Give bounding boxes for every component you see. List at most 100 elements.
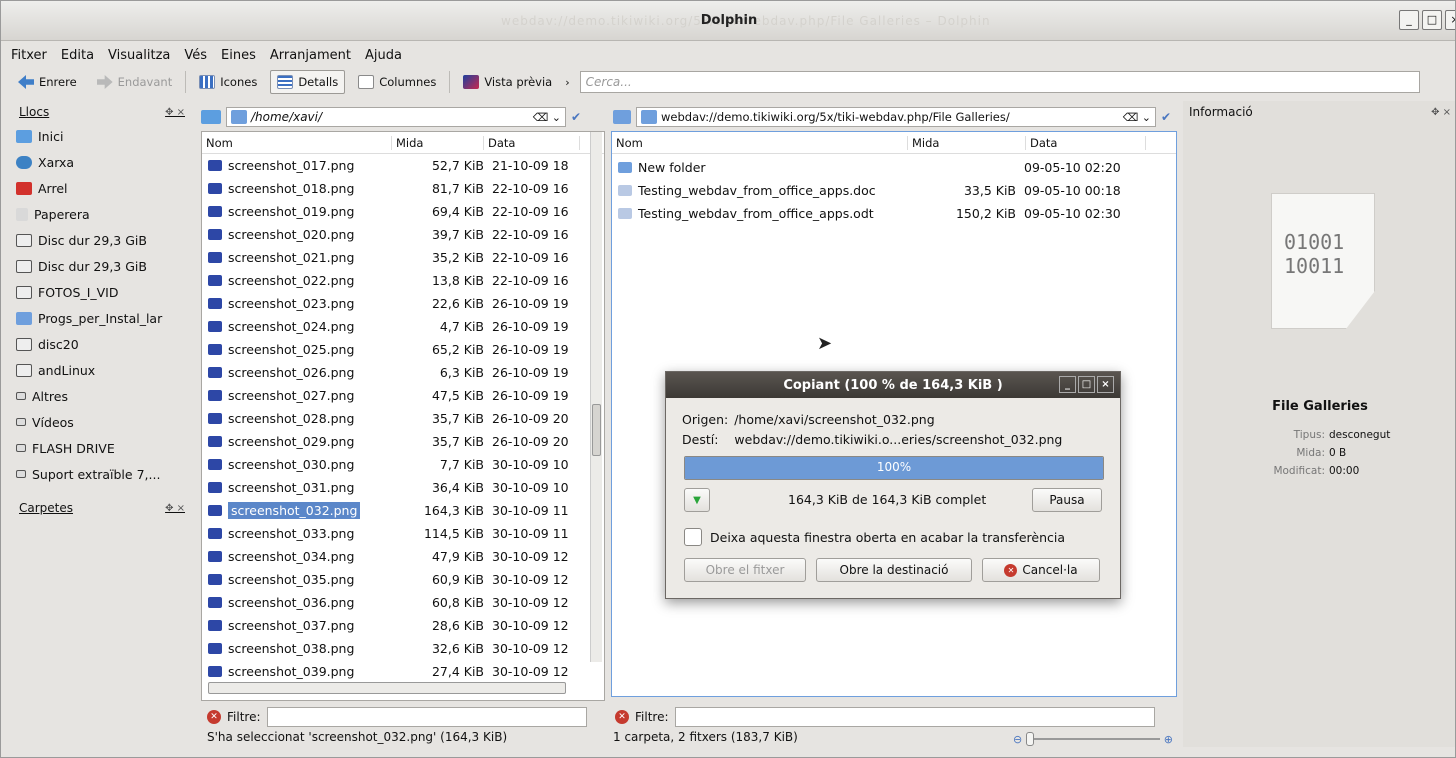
place-arrel[interactable]: Arrel: [13, 175, 191, 201]
close-button[interactable]: ×: [1445, 10, 1455, 30]
table-row[interactable]: New folder 09-05-10 02:20: [612, 156, 1121, 179]
table-row[interactable]: screenshot_019.png 69,4 KiB 22-10-09 16: [202, 200, 569, 223]
minimize-button[interactable]: _: [1399, 10, 1419, 30]
table-row[interactable]: screenshot_017.png 52,7 KiB 21-10-09 18: [202, 154, 569, 177]
left-filter-input[interactable]: [266, 707, 587, 727]
place-progs[interactable]: Progs_per_Instal_lar: [13, 305, 191, 331]
place-disc20[interactable]: disc20: [13, 331, 191, 357]
place-andlinux[interactable]: andLinux: [13, 357, 191, 383]
table-row[interactable]: screenshot_026.png 6,3 KiB 26-10-09 19: [202, 361, 569, 384]
place-xarxa[interactable]: Xarxa: [13, 149, 191, 175]
title-bar[interactable]: webdav://demo.tikiwiki.org/5x/tiki-webda…: [1, 1, 1455, 41]
table-row[interactable]: screenshot_034.png 47,9 KiB 30-10-09 12: [202, 545, 569, 568]
place-disc1[interactable]: Disc dur 29,3 GiB: [13, 227, 191, 253]
vertical-scrollbar[interactable]: [590, 132, 602, 662]
table-row[interactable]: screenshot_022.png 13,8 KiB 22-10-09 16: [202, 269, 569, 292]
right-path-field[interactable]: webdav://demo.tikiwiki.org/5x/tiki-webda…: [636, 107, 1156, 127]
confirm-path-icon[interactable]: ✔: [571, 110, 581, 124]
dialog-close-button[interactable]: ×: [1097, 376, 1114, 393]
view-details-button[interactable]: Detalls: [270, 70, 346, 94]
menu-arranjament[interactable]: Arranjament: [270, 48, 351, 63]
clear-filter-icon[interactable]: ✕: [207, 710, 221, 724]
panel-controls-icon[interactable]: ✥ ×: [165, 503, 185, 514]
zoom-handle[interactable]: [1026, 732, 1035, 746]
maximize-button[interactable]: □: [1422, 10, 1442, 30]
table-row[interactable]: screenshot_030.png 7,7 KiB 30-10-09 10: [202, 453, 569, 476]
table-row[interactable]: screenshot_031.png 36,4 KiB 30-10-09 10: [202, 476, 569, 499]
places-home-icon[interactable]: [201, 110, 221, 124]
menu-visualitza[interactable]: Visualitza: [108, 48, 170, 63]
col-name[interactable]: Nom: [612, 135, 908, 150]
col-size[interactable]: Mida: [392, 135, 484, 150]
open-file-button[interactable]: Obre el fitxer: [684, 558, 806, 582]
menu-ajuda[interactable]: Ajuda: [365, 48, 402, 63]
table-row[interactable]: screenshot_035.png 60,9 KiB 30-10-09 12: [202, 568, 569, 591]
left-path-field[interactable]: /home/xavi/ ⌫ ⌄: [226, 107, 566, 127]
zoom-in-icon[interactable]: ⊕: [1164, 733, 1173, 746]
place-fotos[interactable]: FOTOS_I_VID: [13, 279, 191, 305]
view-icons-button[interactable]: Icones: [192, 70, 264, 94]
table-row[interactable]: screenshot_027.png 47,5 KiB 26-10-09 19: [202, 384, 569, 407]
info-type-label: Tipus:: [1293, 429, 1325, 441]
details-toggle-button[interactable]: ▼: [684, 488, 710, 512]
table-row[interactable]: Testing_webdav_from_office_apps.odt 150,2…: [612, 202, 1121, 225]
cancel-button[interactable]: ✕ Cancel·la: [982, 558, 1100, 582]
table-row[interactable]: screenshot_021.png 35,2 KiB 22-10-09 16: [202, 246, 569, 269]
place-paperera[interactable]: Paperera: [13, 201, 191, 227]
menu-eines[interactable]: Eines: [221, 48, 256, 63]
table-row[interactable]: screenshot_036.png 60,8 KiB 30-10-09 12: [202, 591, 569, 614]
view-columns-button[interactable]: Columnes: [351, 70, 443, 94]
clear-path-icon[interactable]: ⌫ ⌄: [1123, 111, 1151, 124]
clear-filter-icon[interactable]: ✕: [615, 710, 629, 724]
clear-path-icon[interactable]: ⌫ ⌄: [533, 111, 561, 124]
table-row[interactable]: screenshot_023.png 22,6 KiB 26-10-09 19: [202, 292, 569, 315]
open-destination-button[interactable]: Obre la destinació: [816, 558, 972, 582]
table-row[interactable]: screenshot_032.png 164,3 KiB 30-10-09 11: [202, 499, 569, 522]
col-name[interactable]: Nom: [202, 135, 392, 150]
table-row[interactable]: screenshot_025.png 65,2 KiB 26-10-09 19: [202, 338, 569, 361]
search-input[interactable]: Cerca...: [579, 71, 1420, 93]
table-row[interactable]: screenshot_038.png 32,6 KiB 30-10-09 12: [202, 637, 569, 660]
pause-button[interactable]: Pausa: [1032, 488, 1102, 512]
panel-controls-icon[interactable]: ✥ ×: [165, 107, 185, 118]
dialog-maximize-button[interactable]: □: [1078, 376, 1095, 393]
table-row[interactable]: screenshot_020.png 39,7 KiB 22-10-09 16: [202, 223, 569, 246]
col-date[interactable]: Data: [1026, 135, 1146, 150]
zoom-slider[interactable]: ⊖ ⊕: [1013, 731, 1173, 747]
table-row[interactable]: screenshot_018.png 81,7 KiB 22-10-09 16: [202, 177, 569, 200]
keep-open-checkbox[interactable]: [684, 528, 702, 546]
col-date[interactable]: Data: [484, 135, 580, 150]
place-suport[interactable]: Suport extraïble 7,...: [13, 461, 191, 487]
menu-ves[interactable]: Vés: [184, 48, 207, 63]
place-inici[interactable]: Inici: [13, 123, 191, 149]
place-flash-drive[interactable]: FLASH DRIVE: [13, 435, 191, 461]
back-button[interactable]: Enrere: [11, 70, 84, 94]
col-size[interactable]: Mida: [908, 135, 1026, 150]
table-row[interactable]: screenshot_029.png 35,7 KiB 26-10-09 20: [202, 430, 569, 453]
table-row[interactable]: screenshot_024.png 4,7 KiB 26-10-09 19: [202, 315, 569, 338]
table-row[interactable]: screenshot_028.png 35,7 KiB 26-10-09 20: [202, 407, 569, 430]
right-filter-input[interactable]: [674, 707, 1155, 727]
table-row[interactable]: screenshot_033.png 114,5 KiB 30-10-09 11: [202, 522, 569, 545]
table-row[interactable]: Testing_webdav_from_office_apps.doc 33,5 …: [612, 179, 1121, 202]
confirm-path-icon[interactable]: ✔: [1161, 110, 1171, 124]
right-location-bar: webdav://demo.tikiwiki.org/5x/tiki-webda…: [613, 105, 1179, 129]
scrollbar-thumb[interactable]: [592, 404, 601, 456]
table-row[interactable]: screenshot_039.png 27,4 KiB 30-10-09 12: [202, 660, 569, 683]
menu-fitxer[interactable]: Fitxer: [11, 48, 47, 63]
dialog-minimize-button[interactable]: _: [1059, 376, 1076, 393]
place-altres[interactable]: Altres: [13, 383, 191, 409]
place-disc2[interactable]: Disc dur 29,3 GiB: [13, 253, 191, 279]
forward-button[interactable]: Endavant: [90, 70, 180, 94]
zoom-track[interactable]: [1026, 732, 1160, 746]
table-row[interactable]: screenshot_037.png 28,6 KiB 30-10-09 12: [202, 614, 569, 637]
folder-icon[interactable]: [613, 110, 631, 124]
menu-edita[interactable]: Edita: [61, 48, 94, 63]
horizontal-scrollbar[interactable]: [208, 682, 566, 694]
zoom-out-icon[interactable]: ⊖: [1013, 733, 1022, 746]
place-videos[interactable]: Vídeos: [13, 409, 191, 435]
panel-controls-icon[interactable]: ✥ ×: [1431, 107, 1451, 118]
dialog-title-bar[interactable]: Copiant (100 % de 164,3 KiB ) _ □ ×: [666, 372, 1120, 398]
preview-button[interactable]: Vista prèvia: [456, 70, 559, 94]
dest-row: Destí: webdav://demo.tikiwiki.o...eries/…: [682, 432, 1062, 447]
